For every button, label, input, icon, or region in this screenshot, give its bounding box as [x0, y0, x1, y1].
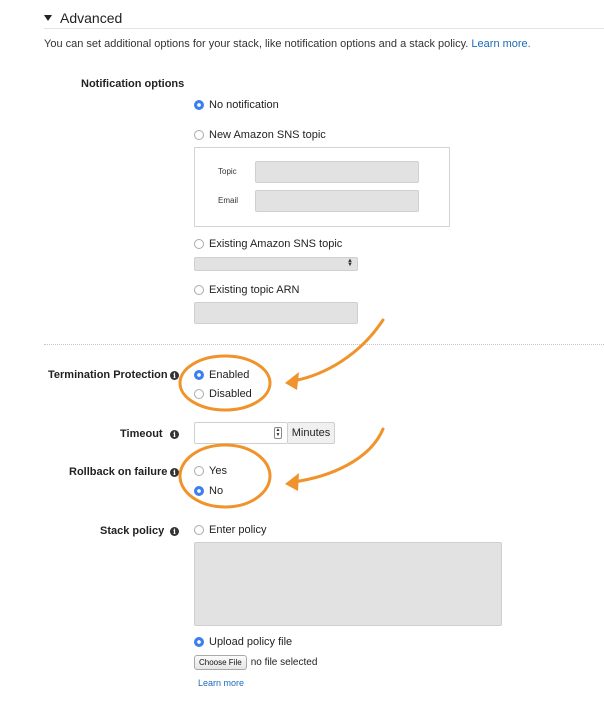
annotation-arrowhead	[285, 473, 299, 491]
info-icon[interactable]: i	[170, 371, 179, 380]
timeout-input[interactable]: ▲ ▼	[194, 422, 288, 444]
existing-sns-topic-select[interactable]: ▲ ▼	[194, 257, 358, 271]
radio-enter-policy[interactable]: Enter policy	[194, 524, 266, 536]
info-icon[interactable]: i	[170, 430, 179, 439]
select-arrows-icon: ▲ ▼	[347, 258, 353, 268]
radio-existing-sns-topic[interactable]: Existing Amazon SNS topic	[194, 238, 342, 250]
annotation-arrow	[291, 318, 385, 383]
radio-rollback-yes[interactable]: Yes	[194, 465, 227, 477]
caret-down-icon	[44, 15, 52, 21]
section-divider	[44, 28, 604, 29]
radio-button[interactable]	[194, 100, 204, 110]
radio-rollback-no[interactable]: No	[194, 485, 223, 497]
radio-button[interactable]	[194, 239, 204, 249]
topic-input[interactable]	[255, 161, 419, 183]
rollback-on-failure-label: Rollback on failure	[69, 466, 168, 478]
new-sns-topic-panel: Topic Email	[194, 147, 450, 227]
timeout-unit: Minutes	[288, 422, 335, 444]
topic-arn-input[interactable]	[194, 302, 358, 324]
info-icon[interactable]: i	[170, 468, 179, 477]
email-label: Email	[218, 196, 239, 205]
policy-textarea[interactable]	[194, 542, 502, 626]
radio-button[interactable]	[194, 525, 204, 535]
radio-button[interactable]	[194, 130, 204, 140]
radio-button[interactable]	[194, 370, 204, 380]
topic-label: Topic	[218, 167, 237, 176]
radio-existing-topic-arn[interactable]: Existing topic ARN	[194, 284, 299, 296]
radio-termination-disabled[interactable]: Disabled	[194, 388, 252, 400]
section-title: Advanced	[60, 10, 123, 26]
radio-button[interactable]	[194, 389, 204, 399]
file-status: no file selected	[250, 657, 318, 668]
choose-file-button[interactable]: Choose File	[194, 655, 247, 670]
radio-button[interactable]	[194, 486, 204, 496]
timeout-label: Timeout	[120, 428, 163, 440]
annotation-arrowhead	[285, 372, 299, 390]
notification-options-label: Notification options	[81, 78, 185, 90]
annotation-circle	[178, 354, 272, 412]
termination-protection-label: Termination Protection	[48, 369, 168, 381]
file-picker: Choose File no file selected	[194, 655, 317, 670]
email-input[interactable]	[255, 190, 419, 212]
info-icon[interactable]: i	[170, 527, 179, 536]
stack-policy-label: Stack policy	[100, 525, 165, 537]
radio-new-sns-topic[interactable]: New Amazon SNS topic	[194, 129, 326, 141]
section-separator	[44, 344, 604, 345]
radio-button[interactable]	[194, 285, 204, 295]
stepper-icon[interactable]: ▲ ▼	[274, 427, 282, 439]
radio-button[interactable]	[194, 466, 204, 476]
section-description: You can set additional options for your …	[44, 38, 531, 50]
stack-policy-learn-more-link[interactable]: Learn more	[198, 678, 244, 688]
radio-button[interactable]	[194, 637, 204, 647]
radio-termination-enabled[interactable]: Enabled	[194, 369, 249, 381]
advanced-section-toggle[interactable]: Advanced	[44, 10, 122, 26]
radio-no-notification[interactable]: No notification	[194, 99, 279, 111]
radio-upload-policy-file[interactable]: Upload policy file	[194, 636, 292, 648]
learn-more-link[interactable]: Learn more.	[471, 38, 530, 50]
